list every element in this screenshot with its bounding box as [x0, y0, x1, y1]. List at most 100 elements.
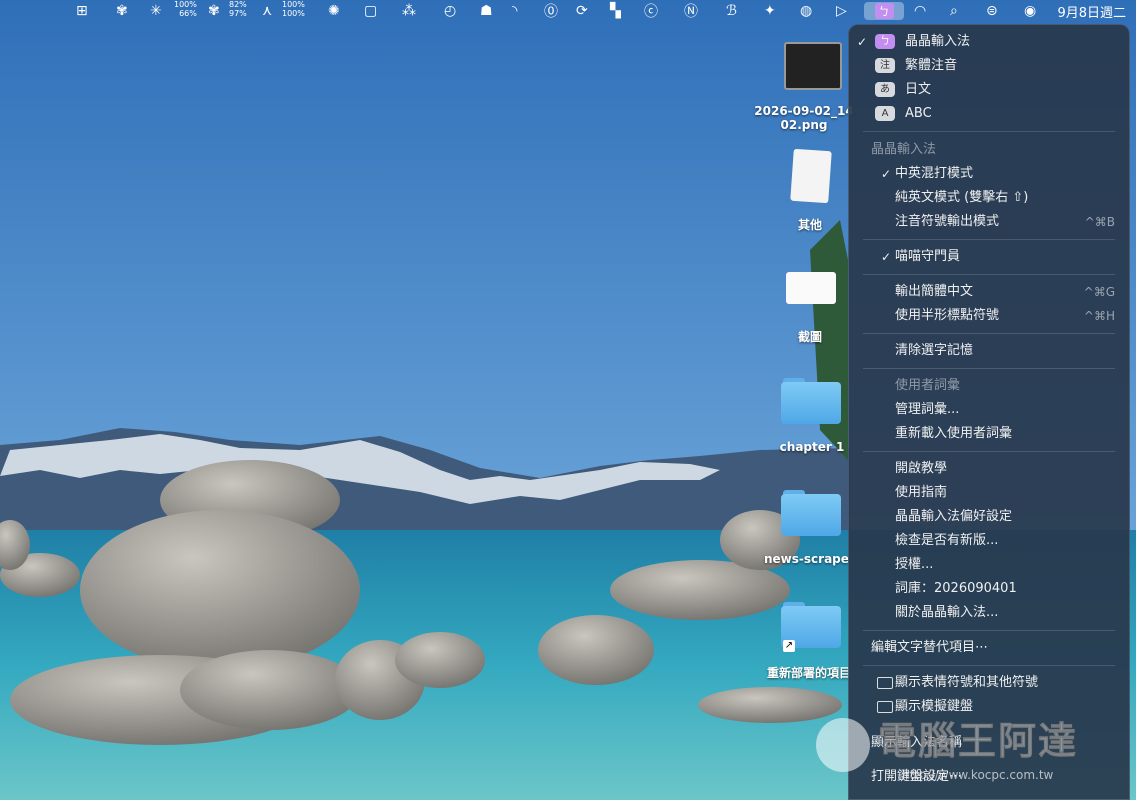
disk-icon[interactable]: ⋏: [262, 2, 272, 20]
menu-item-dictionary-version[interactable]: 詞庫：2026090401: [849, 578, 1131, 600]
input-method-menu: ✓ ㄅ 晶晶輸入法 注 繁體注音 あ 日文 A ABC 晶晶輸入法 ✓ 中英混打…: [848, 24, 1130, 800]
disk-stat: 100% 100%: [282, 0, 305, 18]
menu-separator: [863, 131, 1115, 132]
one-password-icon[interactable]: ⓪: [544, 2, 558, 20]
feed-icon[interactable]: ◝: [512, 2, 517, 20]
menu-item-check-update[interactable]: 檢查是否有新版...: [849, 530, 1131, 552]
memory-stat: 82% 97%: [229, 0, 247, 18]
line-icon[interactable]: ◍: [800, 2, 812, 20]
desktop-item-label: chapter 1: [779, 440, 845, 454]
cluster-icon[interactable]: ⁂: [402, 2, 416, 20]
chatgpt-icon[interactable]: ✾: [116, 2, 128, 20]
cpu-icon[interactable]: ✳: [150, 2, 162, 20]
play-icon[interactable]: ▷: [836, 2, 847, 20]
menu-item-label: 注音符號輸出模式: [895, 214, 1000, 229]
menu-item-label: 重新載入使用者詞彙: [895, 426, 1013, 441]
menu-item-label: 使用半形標點符號: [895, 308, 1000, 323]
menu-item-tutorial[interactable]: 開啟教學: [849, 458, 1131, 480]
menu-item-show-emoji[interactable]: 顯示表情符號和其他符號: [849, 672, 1131, 694]
menu-item-label: 管理詞彙...: [895, 402, 960, 417]
menu-item-mixed-mode[interactable]: ✓ 中英混打模式: [849, 163, 1131, 185]
menu-item-input-source-japanese[interactable]: あ 日文: [849, 79, 1131, 101]
watermark-url: http://www.kocpc.com.tw: [902, 768, 1054, 782]
shortcut-hint: ^⌘G: [1083, 285, 1115, 299]
shortcut-hint: ^⌘B: [1084, 215, 1115, 229]
sparkle-icon[interactable]: ✺: [328, 2, 340, 20]
menu-separator: [863, 368, 1115, 369]
desktop-item-label: 截圖: [797, 330, 822, 344]
menu-item-input-source-abc[interactable]: A ABC: [849, 103, 1131, 125]
menu-separator: [863, 239, 1115, 240]
menu-item-label: 使用指南: [895, 485, 948, 500]
desktop-item-label: 2026-09-02_14 02.png: [754, 104, 854, 132]
menu-item-preferences[interactable]: 晶晶輸入法偏好設定: [849, 506, 1131, 528]
input-method-menu-icon[interactable]: ㄅ: [864, 2, 904, 20]
menu-item-simplified-output[interactable]: 輸出簡體中文 ^⌘G: [849, 281, 1131, 303]
menu-item-label: 喵喵守門員: [895, 249, 961, 264]
menu-item-halfwidth-punct[interactable]: 使用半形標點符號 ^⌘H: [849, 305, 1131, 327]
control-center-icon[interactable]: ⊜: [986, 2, 998, 20]
memory-icon[interactable]: ✾: [208, 2, 220, 20]
menubar-clock[interactable]: 9月8日週二: [1057, 2, 1126, 21]
menu-item-reload-dict[interactable]: 重新載入使用者詞彙: [849, 423, 1131, 445]
menu-item-label: 編輯文字替代項目⋯: [871, 640, 989, 655]
menu-separator: [863, 274, 1115, 275]
menu-item-cat-guard[interactable]: ✓ 喵喵守門員: [849, 246, 1131, 268]
menu-separator: [863, 665, 1115, 666]
zhuyin-badge-icon: 注: [875, 58, 895, 73]
document-icon: [790, 148, 832, 204]
menu-bar: ⊞ ✾ ✳ 100% 66% ✾ 82% 97% ⋏ 100% 100% ✺ ▢ ⁂ …: [0, 0, 1136, 24]
menu-item-label: ABC: [905, 106, 932, 121]
script-icon[interactable]: ℬ: [726, 2, 737, 20]
abc-badge-icon: A: [875, 106, 895, 121]
cpu-stat: 100% 66%: [174, 0, 197, 18]
desktop-item-label: 其他: [797, 218, 822, 232]
shortcut-hint: ^⌘H: [1083, 309, 1115, 323]
notion-icon[interactable]: Ⓝ: [684, 2, 698, 20]
checkmark-icon: ✓: [881, 167, 892, 181]
menu-item-edit-text-replacement[interactable]: 編輯文字替代項目⋯: [849, 637, 1131, 659]
image-stack-icon: [786, 272, 836, 304]
ai-sparkle-icon[interactable]: ✦: [764, 2, 776, 20]
checkmark-icon: ✓: [881, 250, 892, 264]
menu-item-english-mode[interactable]: 純英文模式 (雙擊右 ⇧): [849, 187, 1131, 209]
menu-section-header: 使用者詞彙: [895, 378, 961, 393]
mascot-logo-icon: [816, 718, 870, 772]
menu-item-manage-dict[interactable]: 管理詞彙...: [849, 399, 1131, 421]
menu-item-label: 輸出簡體中文: [895, 284, 974, 299]
menu-item-label: 繁體注音: [905, 58, 958, 73]
menu-item-label: 日文: [905, 82, 932, 97]
checkmark-icon: ✓: [857, 35, 868, 49]
screenshot-icon[interactable]: ⊞: [76, 2, 88, 20]
notion-like-icon[interactable]: ▚: [610, 2, 621, 20]
folder-icon: [781, 378, 841, 424]
menu-item-input-source-jingjing[interactable]: ✓ ㄅ 晶晶輸入法: [849, 31, 1131, 53]
menu-item-label: 詞庫：2026090401: [895, 581, 1017, 596]
menu-item-guide[interactable]: 使用指南: [849, 482, 1131, 504]
menu-item-input-source-zhuyin[interactable]: 注 繁體注音: [849, 55, 1131, 77]
search-icon[interactable]: ⌕: [950, 2, 958, 20]
emoji-viewer-icon: [877, 677, 893, 689]
menu-item-label: 檢查是否有新版...: [895, 533, 999, 548]
menu-item-label: 授權...: [895, 557, 934, 572]
desktop-item-label: 重新部署的項目: [766, 666, 851, 680]
app-square-icon[interactable]: ▢: [364, 2, 377, 20]
menu-separator: [863, 630, 1115, 631]
menu-item-license[interactable]: 授權...: [849, 554, 1131, 576]
avatar-icon[interactable]: ◉: [1024, 2, 1036, 20]
menu-item-label: 中英混打模式: [895, 166, 974, 181]
sync-icon[interactable]: ⟳: [576, 2, 588, 20]
folder-icon: [781, 490, 841, 536]
menu-item-about[interactable]: 關於晶晶輸入法...: [849, 602, 1131, 624]
menu-item-label: 晶晶輸入法: [905, 34, 971, 49]
watermark: 電腦王阿達 http://www.kocpc.com.tw: [808, 702, 1134, 798]
menu-item-label: 顯示表情符號和其他符號: [895, 675, 1039, 690]
c-app-icon[interactable]: ⓒ: [644, 2, 658, 20]
wifi-icon[interactable]: ◠: [914, 2, 926, 20]
clock-alert-icon[interactable]: ◴: [444, 2, 456, 20]
menu-item-zhuyin-output-mode[interactable]: 注音符號輸出模式 ^⌘B: [849, 211, 1131, 233]
menu-item-clear-memory[interactable]: 清除選字記憶: [849, 340, 1131, 362]
menu-item-label: 開啟教學: [895, 461, 948, 476]
robot-icon[interactable]: ☗: [480, 2, 493, 20]
menu-separator: [863, 333, 1115, 334]
